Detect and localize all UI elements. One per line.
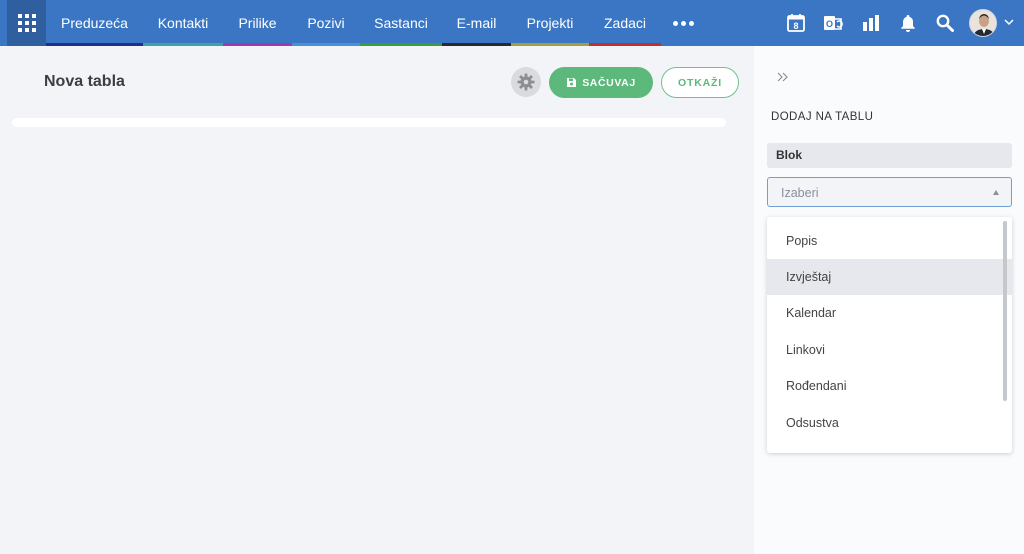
nav-item-email[interactable]: E-mail <box>442 0 511 46</box>
nav-item-label: Preduzeća <box>61 15 128 31</box>
dropdown-option-rodjendani[interactable]: Rođendani <box>767 368 1012 404</box>
dropdown-option-popis[interactable]: Popis <box>767 223 1012 259</box>
floppy-disk-icon <box>567 78 577 87</box>
add-to-board-panel: DODAJ NA TABLU Blok Izaberi Popis Izvješ… <box>754 46 1024 554</box>
cancel-button-label: OTKAŽI <box>678 76 722 89</box>
nav-item-prilike[interactable]: Prilike <box>223 0 292 46</box>
block-type-dropdown: Popis Izvještaj Kalendar Linkovi Rođenda… <box>767 217 1012 453</box>
dropdown-option-linkovi[interactable]: Linkovi <box>767 332 1012 368</box>
nav-item-label: Kontakti <box>157 15 209 31</box>
collapse-panel-button[interactable] <box>774 68 792 86</box>
more-horizontal-icon[interactable] <box>670 0 696 46</box>
dropdown-option-izvjestaj[interactable]: Izvještaj <box>767 259 1012 295</box>
dropdown-option-odsustva[interactable]: Odsustva <box>767 405 1012 441</box>
gear-icon <box>517 73 535 91</box>
nav-item-projekti[interactable]: Projekti <box>511 0 589 46</box>
grid-icon <box>17 14 36 32</box>
nav-item-label: Sastanci <box>374 15 428 31</box>
dropdown-option-kalendar[interactable]: Kalendar <box>767 295 1012 331</box>
search-icon[interactable] <box>932 10 958 36</box>
outlook-sync-icon[interactable]: O <box>820 10 846 36</box>
chevron-down-icon[interactable] <box>1002 15 1016 29</box>
top-navigation-bar: Preduzeća Kontakti Prilike Pozivi Sastan… <box>0 0 1024 46</box>
bar-chart-icon[interactable] <box>858 10 884 36</box>
user-avatar[interactable] <box>969 9 997 37</box>
save-button[interactable]: SAČUVAJ <box>549 67 653 98</box>
block-label: Blok <box>767 143 1012 168</box>
calendar-day-number: 8 <box>793 21 798 31</box>
nav-item-pozivi[interactable]: Pozivi <box>292 0 360 46</box>
svg-text:O: O <box>826 19 833 29</box>
app-launcher-button[interactable] <box>7 0 46 46</box>
page-title: Nova tabla <box>44 73 125 90</box>
nav-item-label: Zadaci <box>603 15 647 31</box>
nav-item-preduzeca[interactable]: Preduzeća <box>46 0 143 46</box>
nav-item-label: Pozivi <box>307 15 345 31</box>
cancel-button[interactable]: OTKAŽI <box>661 67 739 98</box>
nav-item-label: Projekti <box>526 15 574 31</box>
double-chevron-right-icon <box>777 72 788 82</box>
nav-item-kontakti[interactable]: Kontakti <box>143 0 223 46</box>
board-canvas-strip <box>12 118 726 127</box>
panel-title: DODAJ NA TABLU <box>771 111 874 123</box>
nav-item-zadaci[interactable]: Zadaci <box>589 0 661 46</box>
nav-item-label: Prilike <box>238 15 277 31</box>
nav-item-label: E-mail <box>456 15 497 31</box>
dropdown-scrollbar[interactable] <box>1003 221 1007 401</box>
nav-item-sastanci[interactable]: Sastanci <box>360 0 442 46</box>
calendar-icon[interactable]: 8 <box>783 10 809 36</box>
settings-button[interactable] <box>511 67 541 97</box>
caret-up-icon <box>993 190 999 195</box>
main-content: Nova tabla SAČUVAJ OTKAŽI <box>0 46 754 554</box>
block-type-select[interactable]: Izaberi <box>767 177 1012 207</box>
save-button-label: SAČUVAJ <box>582 76 636 89</box>
bell-icon[interactable] <box>895 10 921 36</box>
select-placeholder: Izaberi <box>781 186 819 200</box>
